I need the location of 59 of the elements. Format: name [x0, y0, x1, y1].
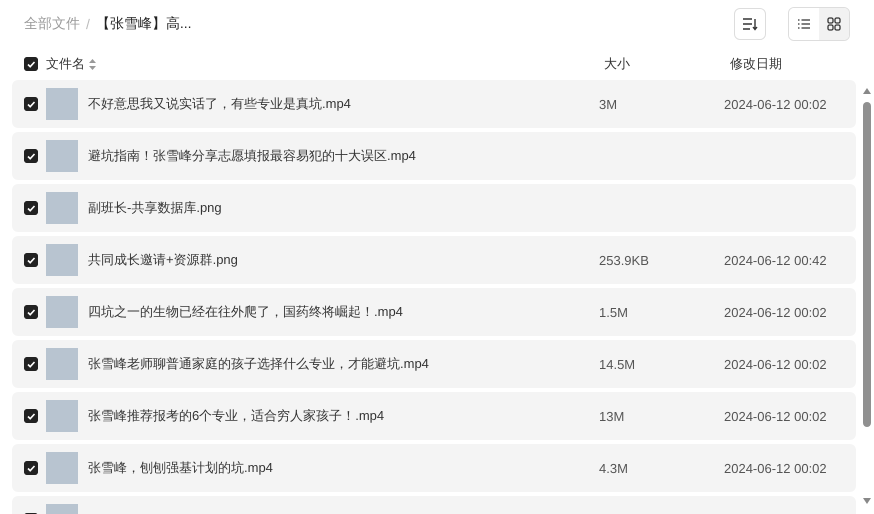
file-size: 13M	[599, 408, 626, 424]
column-header[interactable]: 大小	[604, 55, 730, 73]
file-name: 张雪峰老师聊普通家庭的孩子选择什么专业，才能避坑.mp4	[88, 355, 430, 373]
checkbox[interactable]	[24, 357, 38, 371]
grid-icon	[827, 17, 841, 31]
file-row[interactable]: 副班长-共享数据库.png	[12, 184, 856, 232]
file-name: 共同成长邀请+资源群.png	[88, 251, 239, 269]
file-size: 3M	[599, 96, 618, 112]
checkbox[interactable]	[24, 253, 38, 267]
file-row[interactable]: 四坑之一的生物已经在往外爬了，国药终将崛起！.mp4 1.5M 2024-06-12 00:02	[12, 288, 856, 336]
file-row[interactable]: 张雪峰，刨刨强基计划的坑.mp4 4.3M 2024-06-12 00:02	[12, 444, 856, 492]
sort-arrows-icon[interactable]	[89, 58, 96, 70]
file-name: 张雪峰，刨刨强基计划的坑.mp4	[88, 459, 274, 477]
photo-placeholder	[46, 296, 78, 328]
checkbox[interactable]	[24, 149, 38, 163]
sort-button[interactable]	[734, 8, 766, 40]
current-folder: 【张雪峰】高...	[96, 15, 192, 33]
file-name: 避坑指南！张雪峰分享志愿填报最容易犯的十大误区.mp4	[88, 147, 417, 165]
file-size: 4.3M	[599, 460, 629, 476]
photo-placeholder	[46, 192, 78, 224]
list-icon	[797, 18, 811, 30]
scroll-up-arrow-icon[interactable]	[863, 88, 871, 94]
file-name: 四坑之一的生物已经在往外爬了，国药终将崛起！.mp4	[88, 303, 404, 321]
file-name: 不好意思我又说实话了，有些专业是真坑.mp4	[88, 95, 352, 113]
checkbox[interactable]	[24, 461, 38, 475]
modified-date: 2024-06-12 00:42	[724, 252, 827, 268]
file-row[interactable]: 张雪峰推荐报考的6个专业，适合穷人家孩子！.mp4 13M 2024-06-12 00:02	[12, 392, 856, 440]
file-size: 14.5M	[599, 356, 636, 372]
scrollbar-thumb[interactable]	[863, 102, 871, 427]
modified-date: 2024-06-12 00:02	[724, 96, 827, 112]
column-header[interactable]: 文件名	[46, 55, 85, 73]
column-header[interactable]: 修改日期	[730, 55, 782, 73]
checkbox[interactable]	[24, 409, 38, 423]
sort-icon	[742, 17, 758, 31]
photo-placeholder	[46, 244, 78, 276]
checkbox[interactable]	[24, 57, 38, 71]
file-row[interactable]: 共同成长邀请+资源群.png 253.9KB 2024-06-12 00:42	[12, 236, 856, 284]
file-name: 副班长-共享数据库.png	[88, 199, 223, 217]
modified-date: 2024-06-12 00:02	[724, 356, 827, 372]
photo-placeholder	[46, 400, 78, 432]
photo-placeholder	[46, 348, 78, 380]
grid-view-button[interactable]	[819, 8, 849, 40]
checkbox[interactable]	[24, 97, 38, 111]
modified-date: 2024-06-12 00:02	[724, 460, 827, 476]
file-name: 张雪峰推荐报考的6个专业，适合穷人家孩子！.mp4	[88, 407, 386, 425]
file-row[interactable]: 避坑指南！张雪峰分享志愿填报最容易犯的十大误区.mp4	[12, 132, 856, 180]
scroll-down-arrow-icon[interactable]	[863, 498, 871, 504]
file-size: 253.9KB	[599, 252, 650, 268]
file-row[interactable]: 不好意思我又说实话了，有些专业是真坑.mp4 3M 2024-06-12 00:02	[12, 80, 856, 128]
photo-placeholder	[46, 452, 78, 484]
photo-placeholder	[46, 140, 78, 172]
photo-placeholder	[46, 88, 78, 120]
checkbox[interactable]	[24, 305, 38, 319]
modified-date: 2024-06-12 00:02	[724, 304, 827, 320]
file-size: 1.5M	[599, 304, 629, 320]
breadcrumb-separator: /	[86, 16, 90, 32]
modified-date: 2024-06-12 00:02	[724, 408, 827, 424]
checkbox[interactable]	[24, 201, 38, 215]
file-row[interactable]: 张雪峰老师聊普通家庭的孩子选择什么专业，才能避坑.mp4 14.5M 2024-06-12 00:02	[12, 340, 856, 388]
